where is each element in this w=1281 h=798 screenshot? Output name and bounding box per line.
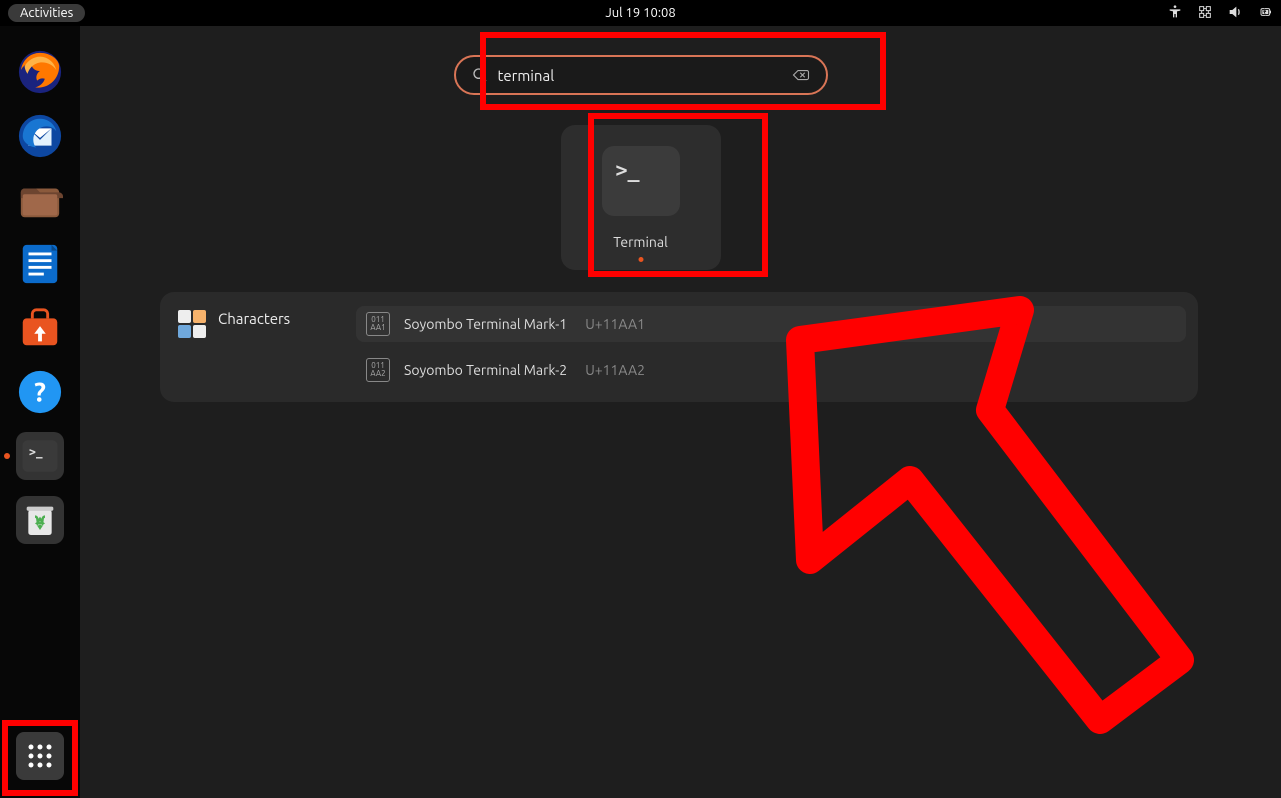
app-result-label: Terminal <box>613 234 668 250</box>
svg-text:>_: >_ <box>29 445 43 459</box>
volume-icon[interactable] <box>1227 4 1243 23</box>
clear-search-icon[interactable] <box>792 66 810 84</box>
dock-item-software[interactable] <box>16 304 64 352</box>
network-icon[interactable] <box>1197 4 1213 23</box>
clock[interactable]: Jul 19 10:08 <box>605 6 675 20</box>
dock-item-writer[interactable] <box>16 240 64 288</box>
search-icon <box>472 67 488 83</box>
svg-text:?: ? <box>34 378 46 408</box>
dock-item-firefox[interactable] <box>16 48 64 96</box>
glyph-icon: 011AA2 <box>366 358 390 382</box>
character-result-row[interactable]: 011AA2 Soyombo Terminal Mark-2 U+11AA2 <box>356 352 1186 388</box>
characters-results-panel: Characters 011AA1 Soyombo Terminal Mark-… <box>160 292 1198 402</box>
character-name: Soyombo Terminal Mark-2 <box>404 362 567 378</box>
character-code: U+11AA1 <box>585 316 645 332</box>
dock-item-help[interactable]: ? <box>16 368 64 416</box>
accessibility-icon[interactable] <box>1167 4 1183 23</box>
app-result-terminal[interactable]: >_ Terminal <box>561 125 721 270</box>
search-input[interactable] <box>498 67 782 84</box>
characters-provider[interactable]: Characters <box>172 300 342 394</box>
dock-item-files[interactable] <box>16 176 64 224</box>
dock: ? >_ <box>0 26 80 798</box>
dock-item-thunderbird[interactable] <box>16 112 64 160</box>
terminal-app-icon: >_ <box>602 146 680 216</box>
glyph-icon: 011AA1 <box>366 312 390 336</box>
character-name: Soyombo Terminal Mark-1 <box>404 316 567 332</box>
running-indicator <box>638 257 643 262</box>
search-bar[interactable] <box>454 55 828 95</box>
battery-icon[interactable] <box>1257 4 1273 23</box>
characters-app-icon <box>178 310 206 338</box>
dock-item-terminal[interactable]: >_ <box>16 432 64 480</box>
topbar: Activities Jul 19 10:08 <box>0 0 1281 26</box>
activities-button[interactable]: Activities <box>8 4 85 22</box>
system-tray[interactable] <box>1167 4 1273 23</box>
character-code: U+11AA2 <box>585 362 645 378</box>
characters-title: Characters <box>218 310 290 327</box>
show-applications-button[interactable] <box>16 732 64 780</box>
character-result-row[interactable]: 011AA1 Soyombo Terminal Mark-1 U+11AA1 <box>356 306 1186 342</box>
dock-item-trash[interactable] <box>16 496 64 544</box>
